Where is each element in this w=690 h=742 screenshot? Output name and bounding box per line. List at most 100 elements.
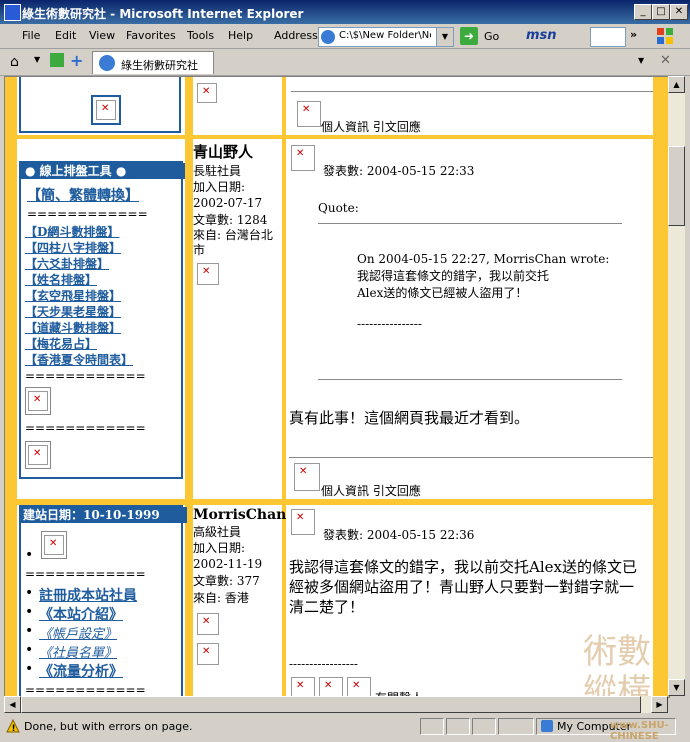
site-watermark: 術數 縱橫: [583, 632, 651, 698]
favorites-icon[interactable]: [50, 53, 64, 67]
convert-link[interactable]: 【簡、繁體轉換】: [27, 185, 139, 205]
traffic-link[interactable]: 《流量分析》: [39, 661, 123, 681]
watermark-line: 縱橫: [583, 672, 651, 698]
chevron-more-icon[interactable]: »: [630, 28, 637, 41]
col-divider-1: [185, 77, 193, 697]
scroll-right-icon[interactable]: ▶: [651, 696, 668, 713]
broken-image-icon: [197, 643, 219, 665]
home-icon[interactable]: ⌂: [10, 54, 19, 70]
tab-title: 綠生術數研究社: [121, 59, 198, 72]
go-label: Go: [484, 30, 500, 43]
menu-bar: File Edit View Favorites Tools Help Addr…: [0, 24, 690, 49]
msn-logo[interactable]: msn: [526, 28, 557, 43]
scroll-down-icon[interactable]: ▼: [668, 679, 685, 696]
col-divider-2: [282, 77, 286, 697]
status-text: Done, but with errors on page.: [24, 720, 193, 733]
broken-image-frame: [41, 531, 67, 559]
title-bar: 綠生術數研究社 - Microsoft Internet Explorer _ …: [0, 0, 690, 24]
quote-label: Quote:: [318, 201, 359, 215]
author-post-count: 文章數: 1284: [193, 213, 268, 227]
status-panel: [446, 718, 470, 735]
about-link[interactable]: 《本站介紹》: [39, 604, 123, 624]
quote-signature: ----------------: [357, 317, 422, 331]
post-actions[interactable]: 個人資訊 引文回應: [321, 482, 421, 499]
menu-file[interactable]: File: [22, 29, 40, 42]
add-tab-icon[interactable]: +: [70, 51, 83, 70]
close-button[interactable]: ✕: [670, 4, 688, 20]
founded-date: 建站日期：10-10-1999: [21, 507, 187, 523]
scroll-left-icon[interactable]: ◀: [4, 696, 21, 713]
broken-image-icon: [297, 101, 321, 127]
bullet: •: [25, 585, 34, 601]
post-date: 發表數: 2004-05-15 22:36: [323, 528, 475, 542]
prev-post-actions[interactable]: 個人資訊 引文回應: [321, 118, 421, 135]
tab-current[interactable]: 綠生術數研究社: [92, 51, 214, 74]
menu-favorites[interactable]: Favorites: [126, 29, 176, 42]
post-body: 我認得這套條文的錯字，我以前交托Alex送的條文已經被多個網站盜用了！青山野人只…: [289, 558, 637, 616]
broken-image-icon: [291, 677, 315, 697]
svg-text:!: !: [12, 724, 16, 733]
address-dropdown-icon[interactable]: ▼: [436, 28, 453, 46]
tool-link[interactable]: 【四柱八字排盤】: [25, 239, 121, 256]
separator: [289, 457, 653, 458]
tool-link[interactable]: 【姓名排盤】: [25, 271, 97, 288]
broken-image-icon: [294, 463, 320, 491]
broken-image-frame: [25, 441, 51, 469]
tool-link[interactable]: 【道藏斗數排盤】: [25, 319, 121, 336]
windows-logo-icon: [656, 27, 674, 45]
menu-help[interactable]: Help: [228, 29, 253, 42]
scroll-up-icon[interactable]: ▲: [668, 76, 685, 93]
broken-image-icon: [44, 535, 64, 555]
left-panel-top: [19, 77, 181, 133]
menu-view[interactable]: View: [89, 29, 115, 42]
broken-image-icon: [291, 509, 315, 535]
bullet: •: [25, 623, 34, 639]
register-link[interactable]: 註冊成本站社員: [39, 585, 137, 605]
author-name[interactable]: 青山野人: [193, 141, 281, 162]
scroll-thumb[interactable]: [21, 696, 641, 713]
tool-link[interactable]: 【六爻卦排盤】: [25, 255, 109, 272]
horizontal-scrollbar[interactable]: ◀ ▶: [4, 696, 668, 713]
tool-link[interactable]: 【玄空飛星排盤】: [25, 287, 121, 304]
close-tab-icon[interactable]: ✕: [660, 53, 671, 68]
separator: [291, 91, 653, 92]
quote-line: Alex送的條文已經被人盜用了！: [357, 286, 528, 300]
maximize-button[interactable]: □: [652, 4, 670, 20]
minimize-button[interactable]: _: [634, 4, 652, 20]
status-panel: [498, 718, 534, 735]
home-dropdown-icon[interactable]: ▼: [34, 55, 40, 64]
member-list-link[interactable]: 《社員名單》: [39, 642, 117, 661]
status-panel: [420, 718, 444, 735]
msn-search-input[interactable]: [590, 27, 626, 47]
tool-link[interactable]: 【梅花易占】: [25, 335, 97, 352]
broken-image-icon: [28, 445, 48, 465]
broken-image-icon: [319, 677, 343, 697]
scroll-thumb[interactable]: [668, 146, 685, 226]
tool-link[interactable]: 【D網斗數排盤】: [25, 223, 119, 240]
account-settings-link[interactable]: 《帳戶設定》: [39, 623, 117, 642]
left-border: [5, 77, 17, 697]
author-rank: 長駐社員: [193, 164, 242, 178]
author-name[interactable]: MorrisChan: [193, 507, 286, 523]
broken-image-icon: [197, 613, 219, 635]
author-rank: 高級社員: [193, 525, 242, 539]
address-value: C:\$\New Folder\Ne: [339, 30, 431, 41]
author-post-count: 文章數: 377: [193, 574, 260, 588]
broken-image-icon: [197, 263, 219, 285]
tool-link[interactable]: 【天步果老星盤】: [25, 303, 121, 320]
warning-icon[interactable]: !: [6, 718, 20, 734]
quote-header: On 2004-05-15 22:27, MorrisChan wrote:: [357, 252, 610, 266]
menu-edit[interactable]: Edit: [55, 29, 76, 42]
broken-image-frame: [25, 387, 51, 415]
post-body: 真有此事！這個網頁我最近才看到。: [289, 409, 530, 427]
tab-list-dropdown-icon[interactable]: ▼: [638, 56, 644, 65]
tool-link[interactable]: 【香港夏令時間表】: [25, 351, 133, 368]
address-field[interactable]: C:\$\New Folder\Ne ▼: [318, 27, 454, 47]
broken-image-frame: [91, 95, 121, 125]
quote-bottom-rule: [318, 379, 622, 380]
go-arrow-icon: ➜: [460, 27, 478, 45]
author-location: 來自: 台灣台北市: [193, 228, 273, 257]
page-viewport: 個人資訊 引文回應 ● 線上排盤工具 ● 【簡、繁體轉換】 ==========…: [4, 76, 670, 698]
menu-tools[interactable]: Tools: [187, 29, 214, 42]
vertical-scrollbar[interactable]: ▲ ▼: [668, 76, 685, 696]
